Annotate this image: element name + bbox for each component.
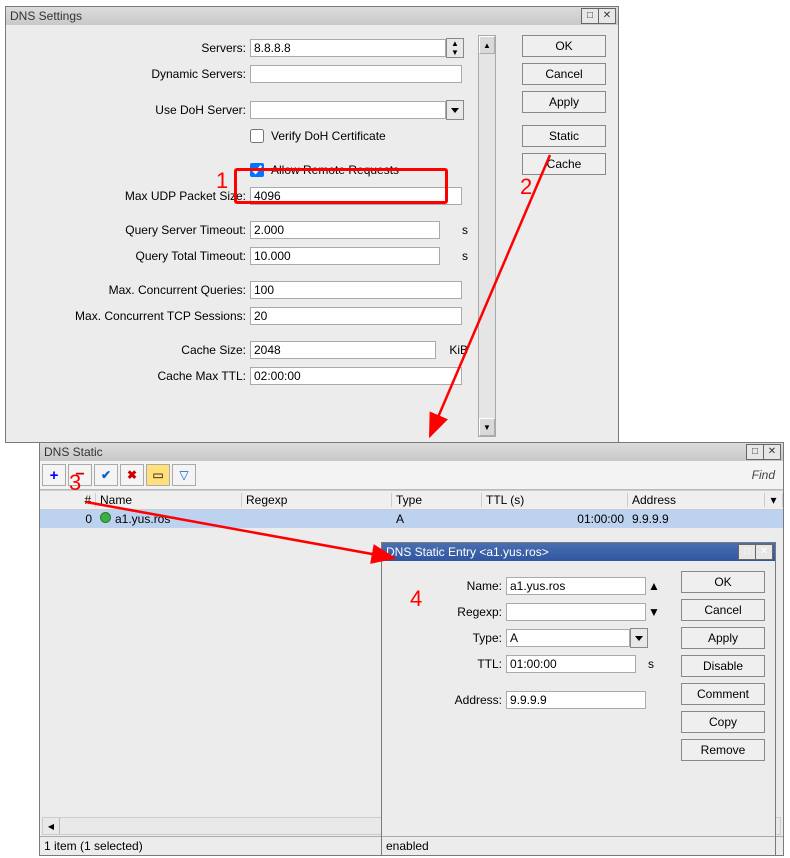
dns-static-titlebar: DNS Static □ ✕ [40,443,783,461]
disable-button[interactable]: Disable [681,655,765,677]
entry-regexp-label: Regexp: [390,605,506,619]
apply-button[interactable]: Apply [522,91,606,113]
col-type[interactable]: Type [392,493,482,507]
seconds-unit: s [440,249,468,263]
chevron-down-icon[interactable]: ▼ [447,48,463,57]
entry-name-input[interactable] [506,577,646,595]
entry-ttl-label: TTL: [390,657,506,671]
chevron-up-icon[interactable]: ▲ [447,39,463,48]
restore-button[interactable]: □ [746,444,764,460]
max-conc-q-label: Max. Concurrent Queries: [6,283,250,297]
find-link[interactable]: Find [746,468,781,482]
chevron-down-icon [635,636,643,641]
dns-settings-titlebar: DNS Settings □ ✕ [6,7,618,25]
servers-spinner[interactable]: ▲▼ [446,38,464,58]
dns-static-toolbar: + − ✔ ✖ ▭ ▽ Find [40,461,783,490]
dns-entry-statusbar: enabled [382,836,775,855]
entry-type-input[interactable] [506,629,630,647]
cancel-button[interactable]: Cancel [522,63,606,85]
static-button[interactable]: Static [522,125,606,147]
entry-type-dropdown[interactable] [630,628,648,648]
dns-entry-title: DNS Static Entry <a1.yus.ros> [386,545,738,559]
note-icon[interactable]: ▭ [146,464,170,486]
verify-doh-checkbox[interactable]: Verify DoH Certificate [246,126,386,146]
max-conc-q-input[interactable] [250,281,462,299]
max-conc-tcp-input[interactable] [250,307,462,325]
form-scrollbar[interactable]: ▲ ▼ [478,35,496,437]
entry-ttl-input[interactable] [506,655,636,673]
ok-button[interactable]: OK [681,571,765,593]
ok-button[interactable]: OK [522,35,606,57]
col-address[interactable]: Address [628,493,765,507]
cache-max-ttl-label: Cache Max TTL: [6,369,250,383]
close-button[interactable]: ✕ [755,544,773,560]
kib-unit: KiB [436,343,468,357]
apply-button[interactable]: Apply [681,627,765,649]
entry-address-input[interactable] [506,691,646,709]
cache-max-ttl-input[interactable] [250,367,462,385]
col-regexp[interactable]: Regexp [242,493,392,507]
annotation-box [234,168,448,204]
max-conc-tcp-label: Max. Concurrent TCP Sessions: [6,309,250,323]
servers-label: Servers: [6,41,250,55]
col-ttl[interactable]: TTL (s) [482,493,628,507]
restore-button[interactable]: □ [581,8,599,24]
status-dot-icon [100,512,111,523]
entry-name-label: Name: [390,579,506,593]
q-server-to-label: Query Server Timeout: [6,223,250,237]
annotation-label-3: 3 [69,470,81,496]
dyn-servers-input [250,65,462,83]
up-arrow-icon[interactable]: ▲ [646,579,662,593]
dns-entry-titlebar: DNS Static Entry <a1.yus.ros> □ ✕ [382,543,775,561]
dyn-servers-label: Dynamic Servers: [6,67,250,81]
status-text: 1 item (1 selected) [44,839,143,853]
max-udp-label: Max UDP Packet Size: [6,189,250,203]
table-row[interactable]: 0 a1.yus.ros A 01:00:00 9.9.9.9 [40,510,783,528]
entry-type-label: Type: [390,631,506,645]
plus-icon[interactable]: + [42,464,66,486]
scroll-left-icon[interactable]: ◀ [43,818,60,834]
chevron-down-icon [451,108,459,113]
comment-button[interactable]: Comment [681,683,765,705]
cancel-button[interactable]: Cancel [681,599,765,621]
check-icon[interactable]: ✔ [94,464,118,486]
cache-button[interactable]: Cache [522,153,606,175]
q-server-to-input[interactable] [250,221,440,239]
col-menu-icon[interactable]: ▾ [765,493,783,507]
close-button[interactable]: ✕ [598,8,616,24]
scroll-down-icon[interactable]: ▼ [479,418,495,436]
dns-settings-title: DNS Settings [10,9,581,23]
col-name[interactable]: Name [96,493,242,507]
scroll-up-icon[interactable]: ▲ [479,36,495,54]
down-arrow-icon[interactable]: ▼ [646,605,662,619]
annotation-label-4: 4 [410,586,422,612]
window-dns-static-entry: DNS Static Entry <a1.yus.ros> □ ✕ Name: … [381,542,776,856]
q-total-to-label: Query Total Timeout: [6,249,250,263]
annotation-label-2: 2 [520,174,532,200]
filter-icon[interactable]: ▽ [172,464,196,486]
cache-size-input[interactable] [250,341,436,359]
annotation-label-1: 1 [216,168,228,194]
dns-static-table-header: # Name Regexp Type TTL (s) Address ▾ [40,490,783,510]
use-doh-label: Use DoH Server: [6,103,250,117]
close-button[interactable]: ✕ [763,444,781,460]
window-dns-settings: DNS Settings □ ✕ Servers: ▲▼ Dynamic Ser… [5,6,619,443]
use-doh-dropdown[interactable] [446,100,464,120]
q-total-to-input[interactable] [250,247,440,265]
entry-address-label: Address: [390,693,506,707]
seconds-unit: s [440,223,468,237]
cache-size-label: Cache Size: [6,343,250,357]
entry-regexp-input[interactable] [506,603,646,621]
cross-icon[interactable]: ✖ [120,464,144,486]
restore-button[interactable]: □ [738,544,756,560]
seconds-unit: s [636,657,654,671]
remove-button[interactable]: Remove [681,739,765,761]
use-doh-input[interactable] [250,101,446,119]
copy-button[interactable]: Copy [681,711,765,733]
col-num[interactable]: # [40,493,96,507]
dns-static-title: DNS Static [44,445,746,459]
status-text: enabled [386,839,429,853]
servers-input[interactable] [250,39,446,57]
